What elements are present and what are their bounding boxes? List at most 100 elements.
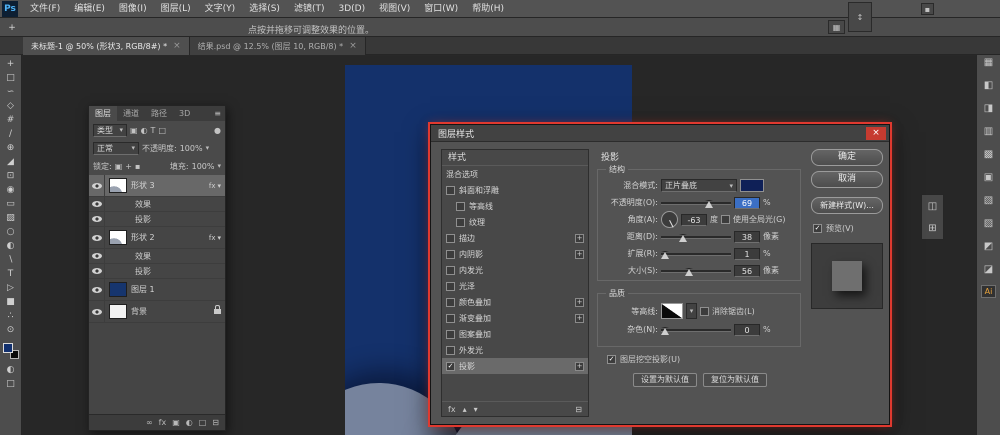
- effects-row[interactable]: 效果: [89, 197, 225, 212]
- layer-thumbnail[interactable]: [109, 282, 127, 297]
- quick-selection-tool-icon[interactable]: ◇: [0, 99, 22, 113]
- workspace-switcher-icon[interactable]: ▪: [921, 3, 934, 15]
- dialog-title-bar[interactable]: 图层样式 ×: [431, 125, 889, 142]
- eye-icon[interactable]: [92, 235, 102, 241]
- style-item-texture[interactable]: 纹理: [442, 214, 588, 230]
- cancel-button[interactable]: 取消: [811, 171, 883, 188]
- foreground-background-colors[interactable]: [3, 343, 19, 359]
- lasso-tool-icon[interactable]: ∽: [0, 85, 22, 99]
- checkbox[interactable]: [446, 314, 455, 323]
- menu-type[interactable]: 文字(Y): [198, 0, 243, 18]
- channels-panel-icon[interactable]: ◪: [981, 262, 997, 276]
- checkbox[interactable]: [446, 250, 455, 259]
- lock-all-icon[interactable]: ▪: [135, 162, 140, 171]
- checkbox[interactable]: [456, 202, 465, 211]
- brushes-panel-icon[interactable]: ▨: [981, 216, 997, 230]
- blur-tool-icon[interactable]: ○: [0, 225, 22, 239]
- checkbox[interactable]: [446, 282, 455, 291]
- checkbox[interactable]: [456, 218, 465, 227]
- delete-style-icon[interactable]: ⊟: [575, 405, 582, 414]
- shape-tool-icon[interactable]: ■: [0, 295, 22, 309]
- style-item-blending-options[interactable]: 混合选项: [442, 166, 588, 182]
- chevron-down-icon[interactable]: ▾: [206, 144, 210, 152]
- layer-effects-icon[interactable]: fx: [159, 418, 167, 427]
- layer-thumbnail[interactable]: [109, 230, 127, 245]
- layer-row-shape2[interactable]: 形状 2 fx ▾: [89, 227, 225, 249]
- marquee-tool-icon[interactable]: □: [0, 71, 22, 85]
- pen-tool-icon[interactable]: ∖: [0, 253, 22, 267]
- shadow-opacity-slider[interactable]: [661, 198, 731, 208]
- new-layer-icon[interactable]: □: [199, 418, 207, 427]
- tab-layers[interactable]: 图层: [89, 106, 117, 121]
- distance-input[interactable]: 38: [734, 231, 760, 243]
- add-instance-icon[interactable]: +: [575, 362, 584, 371]
- layer-name[interactable]: 形状 2: [131, 232, 155, 243]
- angle-input[interactable]: -63: [681, 214, 707, 226]
- chevron-down-icon[interactable]: ▾: [217, 162, 221, 170]
- add-instance-icon[interactable]: +: [575, 298, 584, 307]
- style-item-inner-shadow[interactable]: 内阴影 +: [442, 246, 588, 262]
- eye-icon[interactable]: [92, 268, 102, 274]
- noise-input[interactable]: 0: [734, 324, 760, 336]
- style-item-gradient-overlay[interactable]: 渐变叠加 +: [442, 310, 588, 326]
- contour-thumbnail[interactable]: [661, 303, 683, 319]
- hand-tool-icon[interactable]: ∴: [0, 309, 22, 323]
- visibility-cell[interactable]: [89, 279, 105, 300]
- filter-toggle-icon[interactable]: ●: [214, 126, 221, 135]
- spread-slider[interactable]: [661, 249, 731, 259]
- layer-fx-badge[interactable]: fx ▾: [209, 182, 221, 190]
- menu-file[interactable]: 文件(F): [23, 0, 67, 18]
- menu-filter[interactable]: 滤镜(T): [287, 0, 332, 18]
- link-layers-icon[interactable]: ∞: [146, 418, 153, 427]
- tab-3d[interactable]: 3D: [173, 106, 196, 121]
- photoshop-logo-icon[interactable]: Ps: [2, 1, 18, 17]
- noise-slider[interactable]: [661, 325, 731, 335]
- reset-default-button[interactable]: 复位为默认值: [703, 373, 767, 387]
- tab-paths[interactable]: 路径: [145, 106, 173, 121]
- menu-view[interactable]: 视图(V): [372, 0, 417, 18]
- lock-position-icon[interactable]: +: [125, 162, 132, 171]
- antialias-checkbox[interactable]: [700, 307, 709, 316]
- close-icon[interactable]: ×: [349, 41, 357, 51]
- layer-fx-badge[interactable]: fx ▾: [209, 234, 221, 242]
- dodge-tool-icon[interactable]: ◐: [0, 239, 22, 253]
- zoom-tool-icon[interactable]: ⊙: [0, 323, 22, 337]
- style-item-outer-glow[interactable]: 外发光: [442, 342, 588, 358]
- menu-edit[interactable]: 编辑(E): [67, 0, 112, 18]
- move-down-icon[interactable]: ▾: [474, 405, 478, 414]
- healing-brush-tool-icon[interactable]: ⊕: [0, 141, 22, 155]
- adjustments-panel-icon[interactable]: ◧: [981, 78, 997, 92]
- menu-window[interactable]: 窗口(W): [417, 0, 465, 18]
- style-item-bevel-emboss[interactable]: 斜面和浮雕: [442, 182, 588, 198]
- visibility-cell[interactable]: [89, 301, 105, 322]
- foreground-color-swatch[interactable]: [3, 343, 13, 353]
- brush-tool-icon[interactable]: ◢: [0, 155, 22, 169]
- lock-transparency-icon[interactable]: ▣: [115, 162, 123, 171]
- checkbox[interactable]: [446, 266, 455, 275]
- effects-label[interactable]: 效果: [109, 199, 151, 210]
- filter-pixel-icon[interactable]: ▣: [130, 126, 138, 135]
- doc-tab-result[interactable]: 结果.psd @ 12.5% (图层 10, RGB/8) * ×: [190, 37, 366, 55]
- layer-thumbnail[interactable]: [109, 304, 127, 319]
- eye-icon[interactable]: [92, 287, 102, 293]
- clone-stamp-tool-icon[interactable]: ⊡: [0, 169, 22, 183]
- swatches-panel-icon[interactable]: ▦: [981, 55, 997, 69]
- menu-layer[interactable]: 图层(L): [154, 0, 198, 18]
- move-up-icon[interactable]: ▴: [463, 405, 467, 414]
- contour-picker-icon[interactable]: ▾: [686, 303, 697, 319]
- visibility-cell[interactable]: [89, 264, 105, 278]
- size-slider[interactable]: [661, 266, 731, 276]
- screen-mode-icon[interactable]: □: [0, 377, 22, 391]
- eye-icon[interactable]: [92, 253, 102, 259]
- global-light-checkbox[interactable]: [721, 215, 730, 224]
- preview-checkbox[interactable]: ✓: [813, 224, 822, 233]
- style-item-contour[interactable]: 等高线: [442, 198, 588, 214]
- checkbox[interactable]: [446, 298, 455, 307]
- eye-icon[interactable]: [92, 201, 102, 207]
- tab-channels[interactable]: 通道: [117, 106, 145, 121]
- quick-mask-icon[interactable]: ◐: [0, 363, 22, 377]
- menu-3d[interactable]: 3D(D): [331, 0, 372, 18]
- layer-row-layer1[interactable]: 图层 1: [89, 279, 225, 301]
- eraser-tool-icon[interactable]: ▭: [0, 197, 22, 211]
- history-panel-icon[interactable]: ▩: [981, 147, 997, 161]
